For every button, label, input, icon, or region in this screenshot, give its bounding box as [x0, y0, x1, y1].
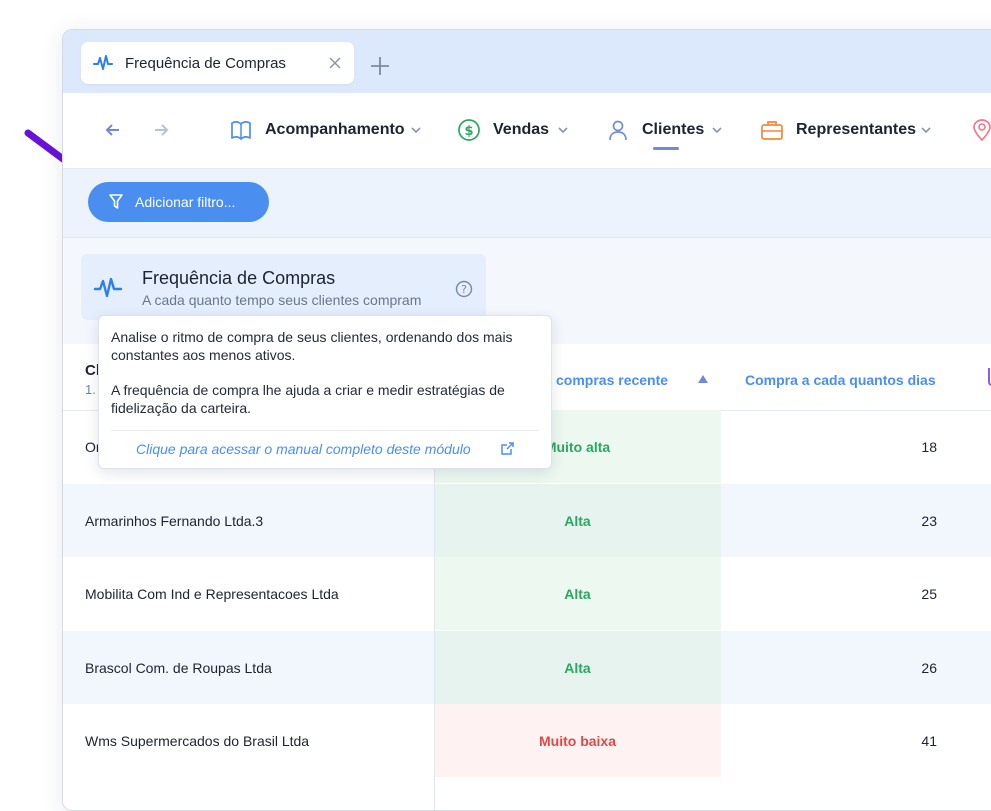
- column-header-client-count: 1.: [85, 382, 96, 397]
- tooltip-paragraph: Analise o ritmo de compra de seus client…: [111, 329, 513, 363]
- manual-link[interactable]: Clique para acessar o manual completo de…: [136, 440, 471, 458]
- client-name: Wms Supermercados do Brasil Ltda: [85, 733, 310, 749]
- filter-icon: [109, 194, 123, 209]
- menu-label: Clientes: [642, 121, 705, 138]
- help-icon[interactable]: ?: [455, 280, 473, 298]
- dollar-circle-icon: $: [458, 119, 480, 141]
- external-link-icon[interactable]: [500, 441, 515, 456]
- plus-icon[interactable]: [368, 54, 392, 78]
- svg-text:?: ?: [461, 283, 467, 296]
- column-header-days[interactable]: Compra a cada quantos dias: [745, 372, 936, 388]
- tab-title: Frequência de Compras: [125, 55, 286, 72]
- chevron-down-icon: [921, 127, 931, 134]
- table-row[interactable]: Brascol Com. de Roupas Ltda Alta 26: [63, 631, 991, 704]
- pulse-icon: [93, 55, 113, 70]
- pulse-icon: [93, 277, 123, 298]
- menu-label: Representantes: [796, 121, 917, 138]
- frequency-value: Alta: [564, 513, 591, 529]
- chevron-down-icon: [558, 127, 568, 134]
- column-header-frequency[interactable]: compras recente: [556, 372, 668, 388]
- client-name: Armarinhos Fernando Ltda.3: [85, 513, 264, 529]
- close-icon[interactable]: [327, 55, 343, 71]
- frequency-cell: Alta: [434, 484, 721, 557]
- days-value: 25: [921, 586, 937, 602]
- briefcase-icon: [761, 121, 783, 140]
- tooltip-divider: [111, 430, 539, 431]
- frequency-cell: Alta: [434, 631, 721, 704]
- module-title: Frequência de Compras: [142, 268, 336, 288]
- filter-bar: Adicionar filtro...: [63, 169, 991, 238]
- frequency-value: Alta: [564, 660, 591, 676]
- days-value: 23: [921, 513, 937, 529]
- menu-label: Acompanhamento: [265, 121, 405, 138]
- svg-text:$: $: [464, 124, 473, 139]
- table-row[interactable]: Armarinhos Fernando Ltda.3 Alta 23: [63, 484, 991, 557]
- frequency-cell: Muito baixa: [434, 704, 721, 777]
- chevron-down-icon: [411, 127, 421, 134]
- chevron-down-icon: [712, 127, 722, 134]
- add-filter-label: Adicionar filtro...: [135, 194, 236, 210]
- active-indicator: [653, 147, 679, 150]
- client-name: Mobilita Com Ind e Representacoes Ltda: [85, 586, 339, 602]
- book-icon: [231, 121, 251, 140]
- tooltip-paragraph: A frequência de compra lhe ajuda a criar…: [111, 382, 505, 416]
- map-pin-icon: [973, 119, 991, 142]
- module-subtitle: A cada quanto tempo seus clientes compra…: [142, 292, 422, 308]
- arrow-right-icon[interactable]: [151, 120, 171, 140]
- sort-up-icon[interactable]: [697, 374, 709, 384]
- days-value: 41: [921, 733, 937, 749]
- frequency-value: Muito baixa: [538, 733, 616, 749]
- add-filter-button[interactable]: Adicionar filtro...: [88, 182, 269, 222]
- days-value: 18: [921, 439, 937, 455]
- help-tooltip: Analise o ritmo de compra de seus client…: [98, 315, 552, 469]
- table-row[interactable]: Mobilita Com Ind e Representacoes Ltda A…: [63, 557, 991, 630]
- frequency-cell: Alta: [434, 557, 721, 630]
- main-nav: Acompanhamento $ Vendas Clientes Represe…: [63, 93, 991, 169]
- menu-label: Vendas: [493, 121, 550, 138]
- tab-frequencia-compras[interactable]: Frequência de Compras: [81, 42, 354, 84]
- column-divider: [434, 410, 435, 810]
- table-row[interactable]: Wms Supermercados do Brasil Ltda Muito b…: [63, 704, 991, 777]
- frequency-value: Alta: [564, 586, 591, 602]
- module-header: Frequência de Compras A cada quanto temp…: [81, 254, 486, 320]
- user-icon: [609, 120, 627, 141]
- days-value: 26: [921, 660, 937, 676]
- client-name: Brascol Com. de Roupas Ltda: [85, 660, 272, 676]
- tab-bar: Frequência de Compras: [63, 30, 991, 93]
- arrow-left-icon[interactable]: [103, 120, 123, 140]
